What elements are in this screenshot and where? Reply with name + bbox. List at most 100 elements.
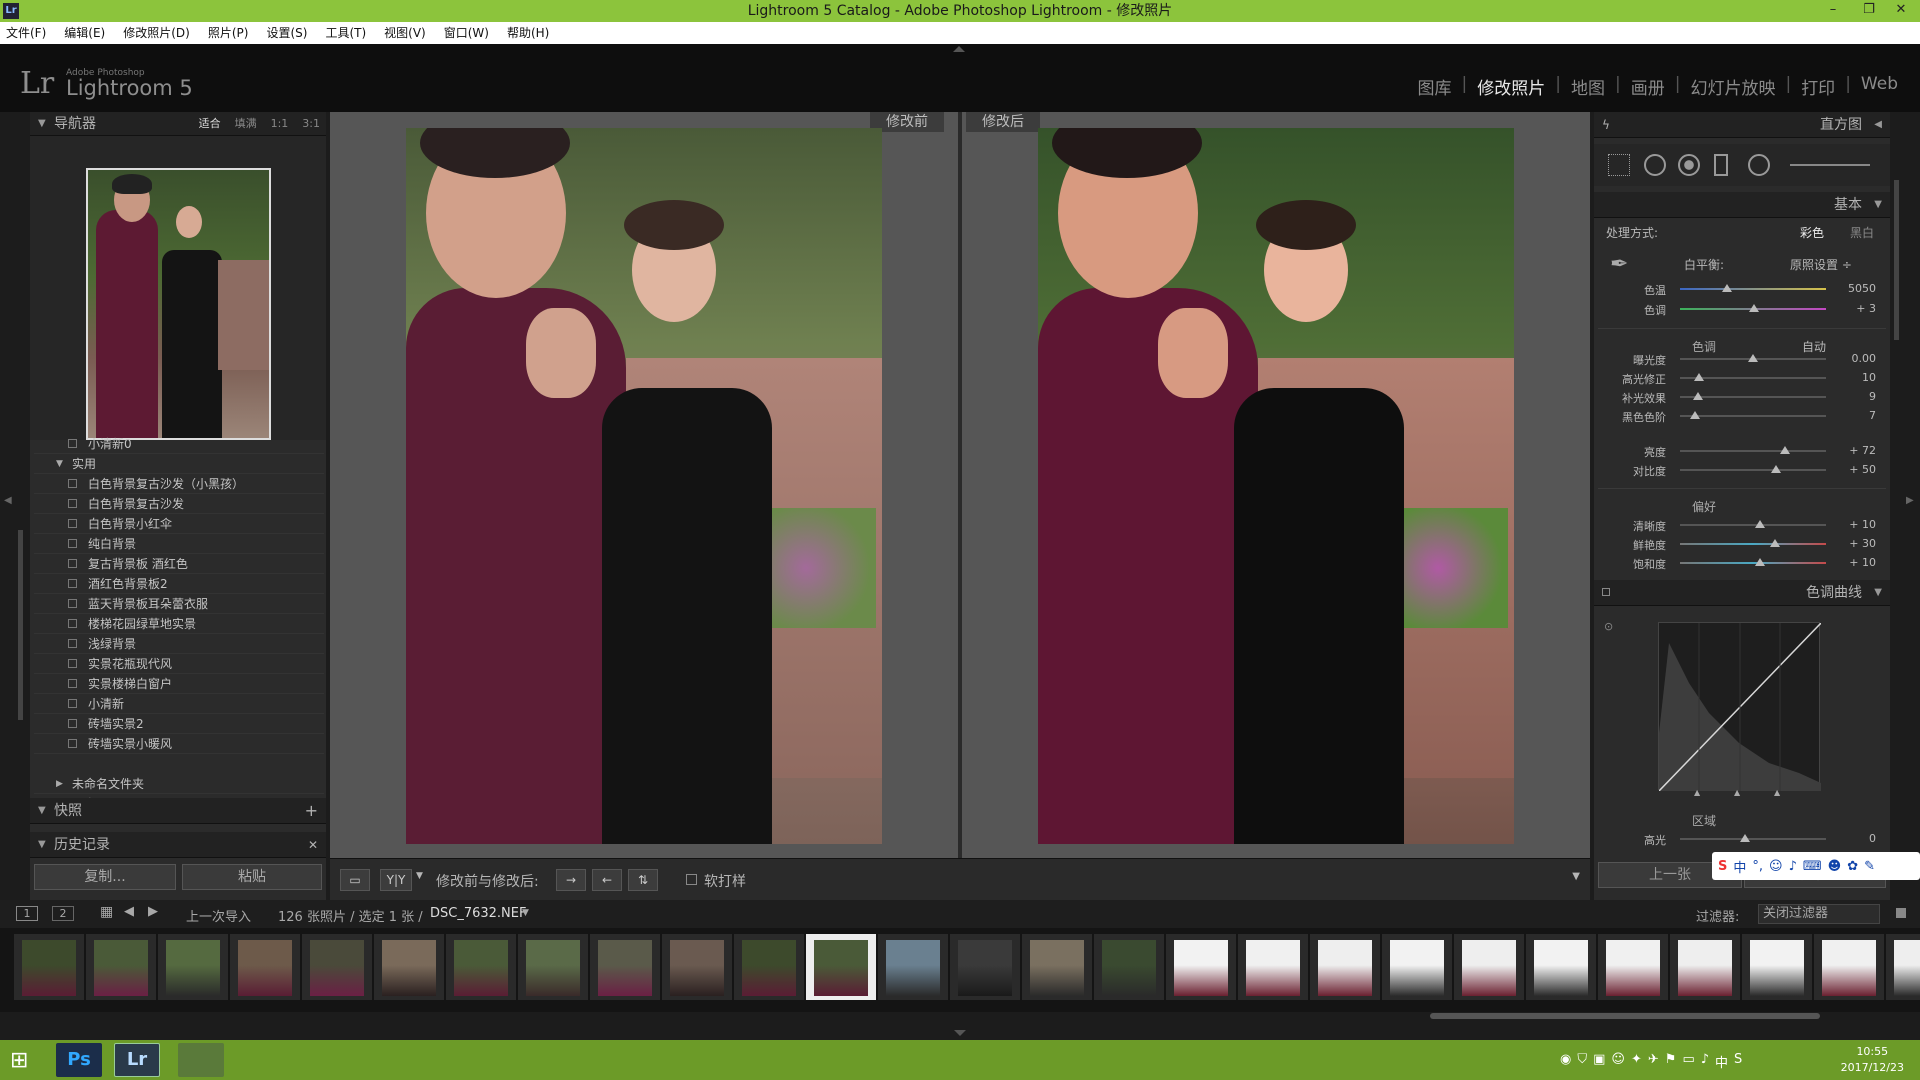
ime-skin-icon[interactable]: ✿ xyxy=(1847,859,1858,874)
module-web[interactable]: Web xyxy=(1851,74,1908,99)
module-develop[interactable]: 修改照片 xyxy=(1467,74,1555,99)
crop-icon[interactable] xyxy=(1608,154,1630,176)
curve-toggle-icon[interactable] xyxy=(1602,588,1610,596)
add-snapshot-icon[interactable]: + xyxy=(305,798,318,824)
tray-flag-icon[interactable]: ⚑ xyxy=(1665,1052,1677,1071)
slider-knob[interactable] xyxy=(1771,465,1782,473)
right-scrollbar[interactable] xyxy=(1894,180,1899,340)
slider-value[interactable]: 9 xyxy=(1869,390,1876,403)
slider-value[interactable]: + 30 xyxy=(1849,537,1876,550)
curve-split-knob-icon[interactable]: ▲ xyxy=(1774,788,1780,797)
radial-filter-icon[interactable] xyxy=(1748,154,1770,176)
slider-track[interactable] xyxy=(1680,450,1826,452)
bottom-panel-toggle-icon[interactable] xyxy=(954,1030,966,1036)
preset-item[interactable]: 白色背景复古沙发（小黑孩） xyxy=(34,474,324,494)
preset-folder[interactable]: ▼ 实用 xyxy=(34,454,324,474)
filmstrip-thumbnail[interactable] xyxy=(950,934,1020,1000)
filmstrip-thumbnail[interactable] xyxy=(1166,934,1236,1000)
slider-knob[interactable] xyxy=(1755,558,1766,566)
filmstrip-thumbnail[interactable] xyxy=(1382,934,1452,1000)
loupe-view-button[interactable]: ▭ xyxy=(340,869,370,891)
nav-fill[interactable]: 填满 xyxy=(235,112,257,136)
adjustment-brush-icon[interactable] xyxy=(1790,164,1870,166)
filmstrip-scrollbar[interactable] xyxy=(1430,1013,1820,1019)
ime-mic-icon[interactable]: ♪ xyxy=(1789,859,1797,874)
forward-arrow-icon[interactable]: ▶ xyxy=(148,904,158,919)
preset-item[interactable]: 纯白背景 xyxy=(34,534,324,554)
ime-chinese-icon[interactable]: 中 xyxy=(1733,857,1746,876)
slider-knob[interactable] xyxy=(1689,411,1700,419)
filmstrip-thumbnail[interactable] xyxy=(1454,934,1524,1000)
tray-sogou-icon[interactable]: S xyxy=(1734,1052,1742,1071)
slider-presence-1[interactable]: 鲜艳度 + 30 xyxy=(1594,535,1890,553)
red-eye-icon[interactable] xyxy=(1678,154,1700,176)
source-label[interactable]: 上一次导入 xyxy=(186,906,251,925)
toolbar-menu-icon[interactable]: ▼ xyxy=(1572,871,1580,882)
menu-edit[interactable]: 编辑(E) xyxy=(64,22,105,44)
filmstrip-thumbnail[interactable] xyxy=(230,934,300,1000)
filmstrip-thumbnail[interactable] xyxy=(1670,934,1740,1000)
copy-after-to-before-button[interactable]: → xyxy=(556,869,586,891)
preset-item[interactable]: 实景花瓶现代风 xyxy=(34,654,324,674)
slider-tone-1[interactable]: 高光修正 10 xyxy=(1594,369,1890,387)
close-button[interactable]: ✕ xyxy=(1886,0,1916,22)
slider-knob[interactable] xyxy=(1755,520,1766,528)
secondary-window-button[interactable]: 2 xyxy=(52,906,74,921)
minimize-button[interactable]: – xyxy=(1818,0,1848,22)
tray-qq-icon[interactable]: ☺ xyxy=(1611,1052,1625,1071)
spot-removal-icon[interactable] xyxy=(1644,154,1666,176)
filmstrip-thumbnail[interactable] xyxy=(1886,934,1920,1000)
tray-ime-icon[interactable]: 中 xyxy=(1715,1052,1728,1071)
menu-photo[interactable]: 照片(P) xyxy=(208,22,249,44)
module-library[interactable]: 图库 xyxy=(1408,74,1462,99)
slider-value[interactable]: + 72 xyxy=(1849,444,1876,457)
slider-track[interactable] xyxy=(1680,562,1826,564)
highlights-curve-slider[interactable]: 高光 0 xyxy=(1594,830,1890,848)
slider-tone-2[interactable]: 补光效果 9 xyxy=(1594,388,1890,406)
filmstrip-thumbnail[interactable] xyxy=(1310,934,1380,1000)
slider-knob[interactable] xyxy=(1769,539,1780,547)
maximize-button[interactable]: ❐ xyxy=(1854,0,1884,22)
navigator-thumbnail[interactable] xyxy=(86,168,271,440)
preset-folder[interactable]: ▶ 未命名文件夹 xyxy=(34,774,324,794)
module-print[interactable]: 打印 xyxy=(1791,74,1845,99)
filmstrip-thumbnail[interactable] xyxy=(1238,934,1308,1000)
nav-3to1[interactable]: 3:1 xyxy=(302,112,320,136)
slider-track[interactable] xyxy=(1680,543,1826,545)
filmstrip-thumbnail[interactable] xyxy=(590,934,660,1000)
slider-track[interactable] xyxy=(1680,415,1826,417)
preset-item[interactable]: 蓝天背景板耳朵蕾衣服 xyxy=(34,594,324,614)
slider-knob[interactable] xyxy=(1693,373,1704,381)
preset-item[interactable]: 白色背景复古沙发 xyxy=(34,494,324,514)
ime-punct-icon[interactable]: °, xyxy=(1752,859,1763,874)
filmstrip-thumbnail[interactable] xyxy=(158,934,228,1000)
back-arrow-icon[interactable]: ◀ xyxy=(124,904,134,919)
menu-help[interactable]: 帮助(H) xyxy=(507,22,549,44)
sogou-icon[interactable]: S xyxy=(1718,859,1727,874)
filmstrip-thumbnail[interactable] xyxy=(878,934,948,1000)
slider-track[interactable] xyxy=(1680,469,1826,471)
wb-select[interactable]: 原照设置 ÷ xyxy=(1790,256,1852,273)
filmstrip-thumbnail[interactable] xyxy=(1598,934,1668,1000)
preset-item[interactable]: 砖墙实景小暖风 xyxy=(34,734,324,754)
slider-bc-1[interactable]: 对比度 + 50 xyxy=(1594,461,1890,479)
module-map[interactable]: 地图 xyxy=(1561,74,1615,99)
preset-item[interactable]: 白色背景小红伞 xyxy=(34,514,324,534)
slider-knob[interactable] xyxy=(1780,446,1791,454)
slider-wb-1[interactable]: 色调 + 3 xyxy=(1594,300,1890,318)
filmstrip-thumbnail[interactable] xyxy=(374,934,444,1000)
left-scrollbar[interactable] xyxy=(18,530,23,720)
filmstrip-thumbnail[interactable] xyxy=(302,934,372,1000)
soft-proof-checkbox[interactable] xyxy=(686,874,697,885)
filmstrip-thumbnail[interactable] xyxy=(1022,934,1092,1000)
slider-value[interactable]: + 10 xyxy=(1849,556,1876,569)
menu-develop[interactable]: 修改照片(D) xyxy=(123,22,190,44)
ime-settings-icon[interactable]: ✎ xyxy=(1864,859,1875,874)
tray-shield-icon[interactable]: ⛉ xyxy=(1577,1052,1587,1071)
filmstrip-thumbnail[interactable] xyxy=(1742,934,1812,1000)
paste-button[interactable]: 粘贴 xyxy=(182,864,322,890)
tray-network-icon[interactable]: ◉ xyxy=(1560,1052,1571,1071)
ime-user-icon[interactable]: ☻ xyxy=(1828,859,1842,874)
filmstrip-thumbnail[interactable] xyxy=(1526,934,1596,1000)
slider-knob[interactable] xyxy=(1692,392,1703,400)
